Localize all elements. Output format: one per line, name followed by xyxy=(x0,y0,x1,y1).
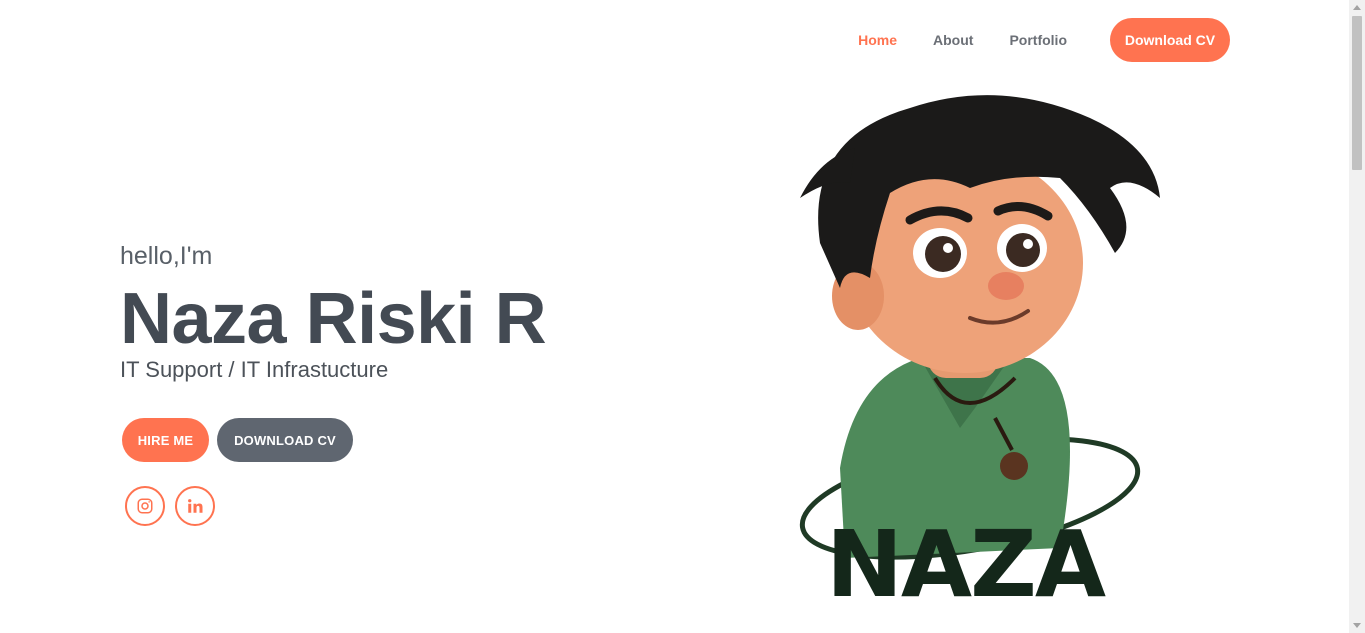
hero-name: Naza Riski R xyxy=(120,279,547,359)
hero-greeting: hello,I'm xyxy=(120,242,213,270)
social-links xyxy=(125,486,225,526)
hire-me-button[interactable]: HIRE ME xyxy=(122,418,209,462)
hero-role: IT Support / IT Infrastucture xyxy=(120,357,389,382)
scroll-up-icon[interactable] xyxy=(1353,5,1361,10)
instagram-icon xyxy=(137,498,153,514)
scroll-thumb[interactable] xyxy=(1352,16,1362,170)
nav-link-about[interactable]: About xyxy=(933,32,973,48)
nav-download-cv-button[interactable]: Download CV xyxy=(1110,18,1230,62)
avatar-logo-text: NAZA xyxy=(826,511,1106,608)
page-scrollbar[interactable] xyxy=(1349,0,1365,633)
hero-text: hello,I'm Naza Riski R IT Support / IT I… xyxy=(120,242,547,383)
avatar-illustration: NAZA xyxy=(760,78,1180,618)
avatar-image: NAZA xyxy=(799,95,1160,618)
hero-actions: HIRE ME DOWNLOAD CV xyxy=(122,418,353,462)
scroll-down-icon[interactable] xyxy=(1353,623,1361,628)
linkedin-icon xyxy=(188,499,203,513)
download-cv-button[interactable]: DOWNLOAD CV xyxy=(217,418,353,462)
instagram-link[interactable] xyxy=(125,486,165,526)
linkedin-link[interactable] xyxy=(175,486,215,526)
main-nav: Home About Portfolio Download CV xyxy=(858,18,1230,62)
nav-link-home[interactable]: Home xyxy=(858,32,897,48)
nav-link-portfolio[interactable]: Portfolio xyxy=(1009,32,1067,48)
